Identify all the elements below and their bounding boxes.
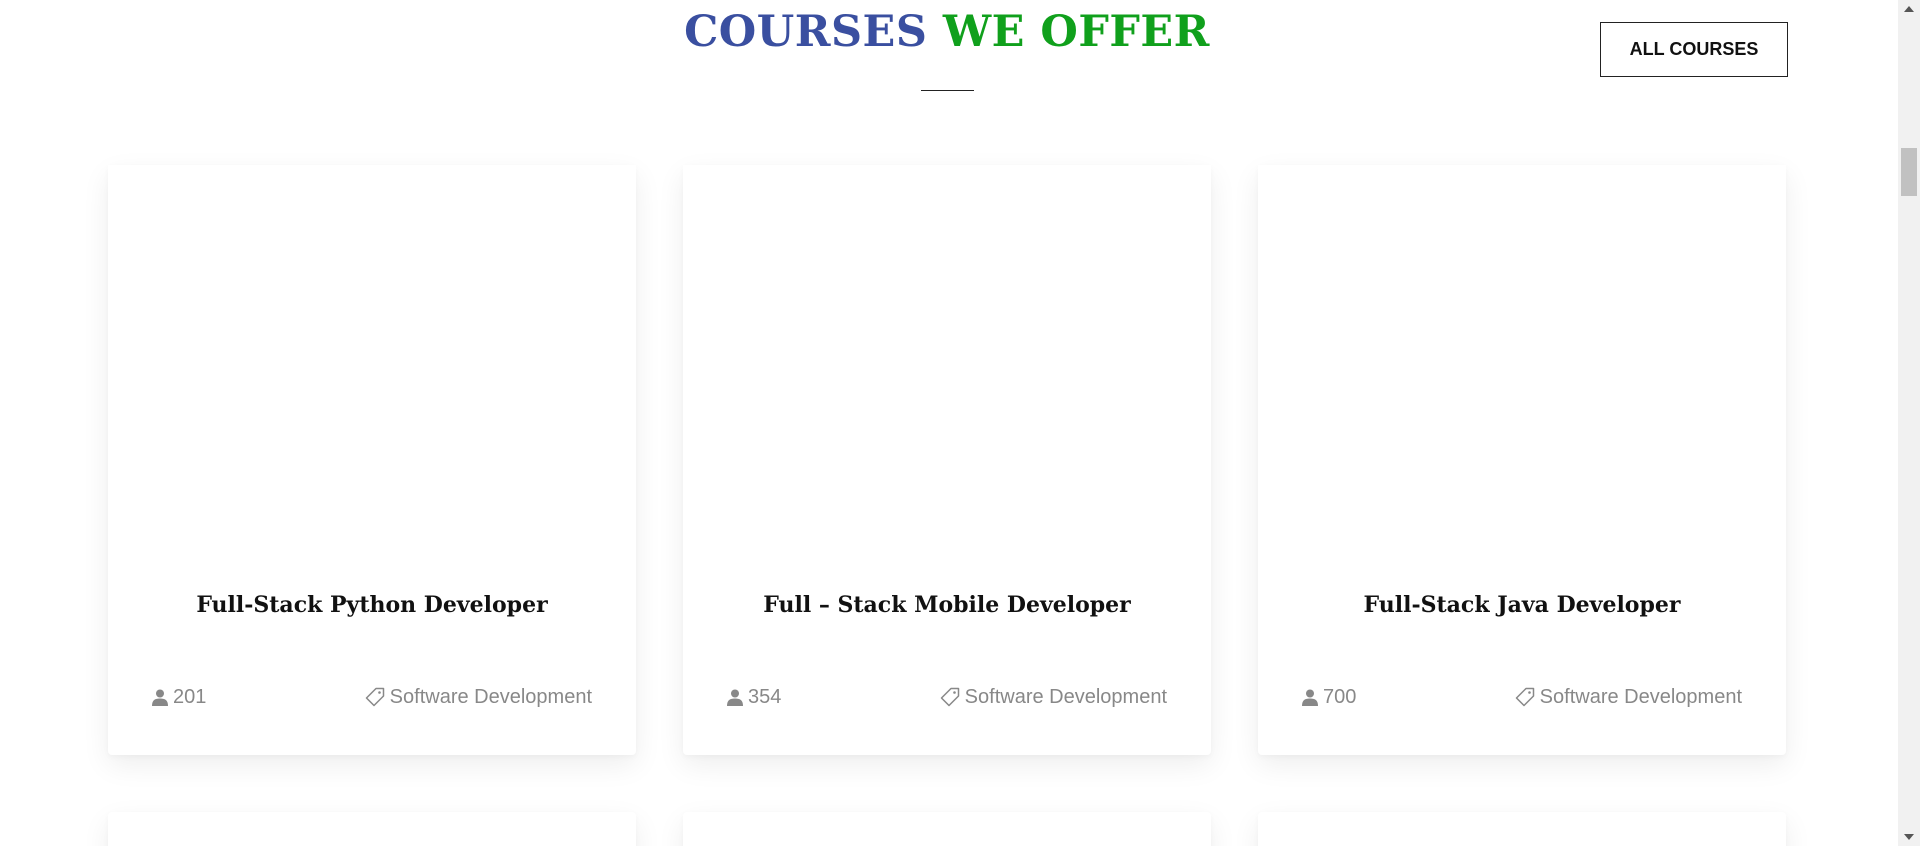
course-meta: 201 Software Development [152, 682, 592, 712]
page: COURSES WE OFFER ALL COURSES Full-Stack … [0, 0, 1898, 846]
tag-icon [1515, 687, 1535, 707]
course-meta: 354 Software Development [727, 682, 1167, 712]
section-title-part1: COURSES [684, 7, 928, 57]
student-count-value: 201 [173, 685, 207, 708]
student-count: 700 [1302, 682, 1356, 712]
student-count: 201 [152, 682, 206, 712]
user-icon [152, 689, 168, 706]
all-courses-button[interactable]: ALL COURSES [1600, 22, 1788, 77]
course-card-partial[interactable] [683, 812, 1211, 846]
course-category-label[interactable]: Software Development [965, 686, 1167, 709]
course-title[interactable]: Full-Stack Python Developer [128, 590, 616, 620]
vertical-scrollbar[interactable] [1898, 0, 1920, 846]
course-card-partial[interactable] [108, 812, 636, 846]
course-card[interactable]: Full – Stack Mobile Developer 354 Softwa… [683, 165, 1211, 755]
course-image[interactable] [683, 165, 1211, 565]
user-icon [1302, 689, 1318, 706]
scroll-up-arrow-icon[interactable] [1904, 6, 1914, 12]
course-image[interactable] [1258, 165, 1786, 565]
course-category[interactable]: Software Development [1515, 682, 1742, 712]
course-category-label[interactable]: Software Development [390, 686, 592, 709]
user-icon [727, 689, 743, 706]
scrollbar-thumb[interactable] [1901, 148, 1917, 196]
scroll-down-arrow-icon[interactable] [1904, 834, 1914, 840]
course-card[interactable]: Full-Stack Java Developer 700 Software D… [1258, 165, 1786, 755]
course-card-partial[interactable] [1258, 812, 1786, 846]
course-category[interactable]: Software Development [940, 682, 1167, 712]
student-count-value: 354 [748, 685, 782, 708]
course-card[interactable]: Full-Stack Python Developer 201 Software… [108, 165, 636, 755]
tag-icon [365, 687, 385, 707]
course-title[interactable]: Full-Stack Java Developer [1278, 590, 1766, 620]
title-divider [921, 90, 974, 91]
course-image[interactable] [108, 165, 636, 565]
course-meta: 700 Software Development [1302, 682, 1742, 712]
course-category[interactable]: Software Development [365, 682, 592, 712]
course-category-label[interactable]: Software Development [1540, 686, 1742, 709]
student-count: 354 [727, 682, 781, 712]
course-title[interactable]: Full – Stack Mobile Developer [703, 590, 1191, 620]
student-count-value: 700 [1323, 685, 1357, 708]
section-title-part2: WE OFFER [942, 7, 1210, 57]
tag-icon [940, 687, 960, 707]
